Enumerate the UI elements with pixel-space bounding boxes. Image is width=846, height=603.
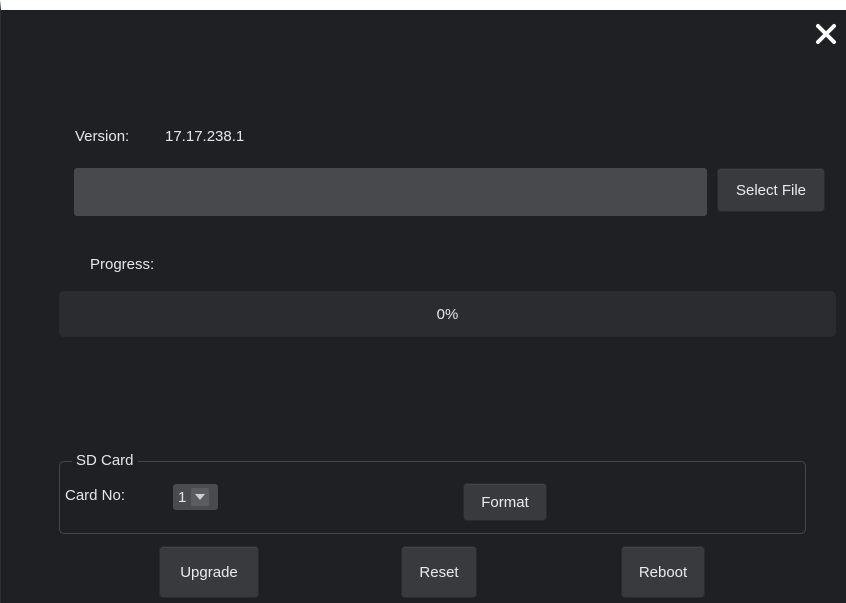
card-no-label: Card No: [65, 487, 126, 504]
chevron-down-icon [191, 488, 210, 506]
version-value: 17.17.238.1 [165, 128, 245, 145]
version-label: Version: [75, 128, 130, 145]
select-file-button[interactable]: Select File [717, 168, 825, 212]
card-no-value: 1 [178, 488, 187, 506]
progress-percent: 0% [436, 305, 459, 323]
file-path-field[interactable] [74, 168, 707, 216]
progress-label: Progress: [90, 256, 155, 273]
upgrade-dialog: Version: 17.17.238.1 Select File Progres… [0, 0, 846, 603]
progress-bar: 0% [59, 291, 836, 337]
reset-button[interactable]: Reset [401, 546, 477, 598]
close-button[interactable] [812, 20, 840, 48]
upgrade-button[interactable]: Upgrade [159, 546, 259, 598]
format-button[interactable]: Format [463, 483, 547, 521]
sd-card-group: SD Card Card No: 1 Format [59, 452, 806, 534]
card-no-select[interactable]: 1 [173, 484, 218, 510]
sd-card-title: SD Card [72, 452, 138, 469]
reboot-button[interactable]: Reboot [621, 546, 705, 598]
close-icon [816, 24, 836, 44]
